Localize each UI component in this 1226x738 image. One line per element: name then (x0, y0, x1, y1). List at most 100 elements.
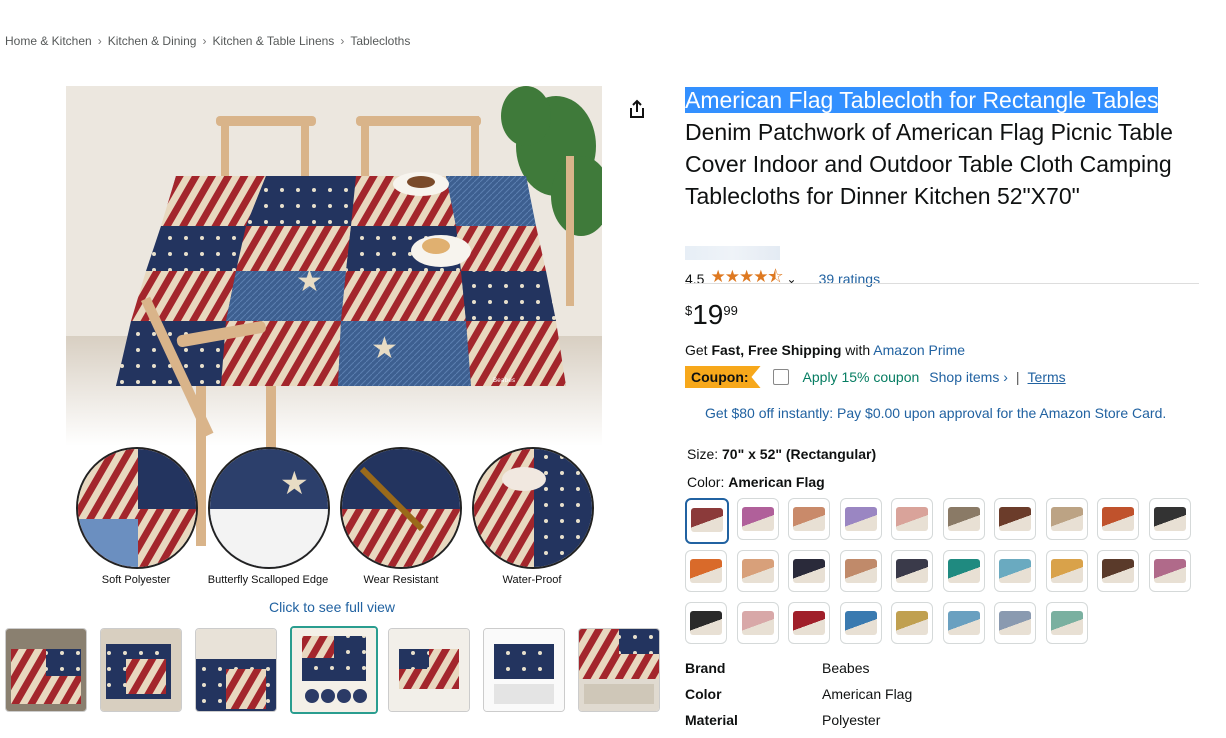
swatch-thumbnail (793, 611, 825, 635)
feature-label-water-proof: Water-Proof (502, 574, 562, 586)
thumbnail-3[interactable] (195, 628, 277, 712)
store-card-offer-link[interactable]: Get $80 off instantly: Pay $0.00 upon ap… (705, 405, 1166, 421)
thumbnail-5[interactable] (388, 628, 470, 712)
thumbnail-7[interactable] (578, 628, 660, 712)
color-swatch-23[interactable] (788, 602, 830, 644)
coupon-row: Coupon: Apply 15% coupon Shop items › | … (685, 366, 1066, 388)
attribute-value: Beabes (822, 660, 870, 676)
color-swatch-27[interactable] (994, 602, 1036, 644)
color-swatch-8[interactable] (1045, 498, 1088, 540)
chevron-right-icon: › (202, 34, 207, 48)
product-title: American Flag Tablecloth for Rectangle T… (685, 84, 1199, 212)
color-swatch-25[interactable] (891, 602, 933, 644)
svg-text:★: ★ (371, 331, 398, 366)
breadcrumb-tablecloths[interactable]: Tablecloths (350, 34, 410, 48)
rating-value: 4.5 (685, 270, 705, 287)
color-swatch-17[interactable] (994, 550, 1036, 592)
feature-soft-polyester-image (76, 447, 198, 569)
color-swatch-7[interactable] (994, 498, 1036, 540)
swatch-thumbnail (999, 559, 1031, 583)
amazon-prime-link[interactable]: Amazon Prime (873, 342, 965, 358)
swatch-thumbnail (793, 507, 825, 531)
shop-items-link[interactable]: Shop items › (929, 369, 1008, 385)
main-product-image[interactable]: ★ ★ Beabes Soft Polyester ★ Butterfly Sc… (66, 86, 602, 591)
color-swatch-4[interactable] (839, 498, 882, 540)
share-icon[interactable] (626, 98, 648, 120)
swatch-thumbnail (1153, 507, 1186, 531)
swatch-thumbnail (896, 559, 928, 583)
color-swatch-28[interactable] (1045, 602, 1088, 644)
coupon-checkbox[interactable] (772, 369, 789, 385)
attribute-key: Brand (685, 660, 726, 676)
color-swatch-22[interactable] (736, 602, 779, 644)
size-selection: Size: 70" x 52" (Rectangular) (687, 446, 876, 462)
swatch-thumbnail (691, 508, 723, 532)
swatch-thumbnail (1102, 507, 1134, 531)
price-fraction: 99 (723, 303, 738, 318)
product-title-rest: Denim Patchwork of American Flag Picnic … (685, 119, 1173, 209)
color-swatch-20[interactable] (1148, 550, 1191, 592)
color-swatch-3[interactable] (788, 498, 830, 540)
thumbnail-6[interactable] (483, 628, 565, 712)
swatch-thumbnail (741, 611, 774, 635)
color-swatch-5[interactable] (891, 498, 933, 540)
swatch-thumbnail (1050, 559, 1083, 583)
breadcrumb-table-linens[interactable]: Kitchen & Table Linens (212, 34, 334, 48)
color-swatch-14[interactable] (839, 550, 882, 592)
feature-wear-resistant-image (340, 447, 462, 569)
swatch-thumbnail (1153, 559, 1186, 583)
shipping-middle: with (841, 342, 874, 358)
svg-text:★: ★ (280, 464, 309, 502)
breadcrumb: Home & Kitchen › Kitchen & Dining › Kitchen … (5, 34, 410, 48)
breadcrumb-kitchen-dining[interactable]: Kitchen & Dining (108, 34, 197, 48)
color-swatch-18[interactable] (1045, 550, 1088, 592)
color-swatch-11[interactable] (685, 550, 727, 592)
attribute-key: Material (685, 712, 738, 728)
apply-coupon-label[interactable]: Apply 15% coupon (803, 369, 920, 385)
swatch-thumbnail (741, 559, 774, 583)
attribute-value: American Flag (822, 686, 913, 702)
color-selection: Color: American Flag (687, 474, 825, 490)
color-swatch-15[interactable] (891, 550, 933, 592)
swatch-thumbnail (844, 507, 877, 531)
coupon-badge: Coupon: (685, 366, 761, 388)
swatch-thumbnail (741, 507, 774, 531)
breadcrumb-home-kitchen[interactable]: Home & Kitchen (5, 34, 92, 48)
star-rating-icon[interactable]: ★★★★⯪ (710, 264, 783, 293)
swatch-thumbnail (896, 611, 928, 635)
full-view-link[interactable]: Click to see full view (269, 599, 395, 615)
flag-patch-image (78, 449, 196, 567)
swatch-thumbnail (690, 559, 722, 583)
chevron-right-icon: › (97, 34, 102, 48)
color-swatch-19[interactable] (1097, 550, 1139, 592)
brand-tag: Beabes (493, 377, 515, 384)
ratings-count-link[interactable]: 39 ratings (819, 271, 880, 287)
thumbnail-1[interactable] (5, 628, 87, 712)
swatch-thumbnail (947, 559, 980, 583)
coupon-terms-link[interactable]: Terms (1028, 369, 1066, 385)
swatch-thumbnail (999, 611, 1031, 635)
color-swatch-13[interactable] (788, 550, 830, 592)
divider (685, 283, 1199, 284)
color-swatch-12[interactable] (736, 550, 779, 592)
swatch-thumbnail (844, 559, 877, 583)
thumbnail-image (579, 629, 659, 711)
color-swatch-10[interactable] (1148, 498, 1191, 540)
color-label: Color: (687, 474, 729, 490)
color-swatch-24[interactable] (839, 602, 882, 644)
attribute-key: Color (685, 686, 722, 702)
store-link-blurred[interactable] (685, 246, 780, 260)
color-swatch-9[interactable] (1097, 498, 1139, 540)
color-swatch-1[interactable] (685, 498, 729, 544)
color-swatch-16[interactable] (942, 550, 985, 592)
product-title-block: American Flag Tablecloth for Rectangle T… (685, 84, 1199, 212)
color-swatch-21[interactable] (685, 602, 727, 644)
thumbnail-2[interactable] (100, 628, 182, 712)
color-swatch-2[interactable] (736, 498, 779, 540)
thumbnail-image (389, 629, 469, 711)
color-swatch-26[interactable] (942, 602, 985, 644)
shipping-bold: Fast, Free Shipping (711, 342, 842, 358)
water-proof-image (474, 449, 592, 567)
color-swatch-6[interactable] (942, 498, 985, 540)
thumbnail-4-selected[interactable] (290, 626, 378, 714)
